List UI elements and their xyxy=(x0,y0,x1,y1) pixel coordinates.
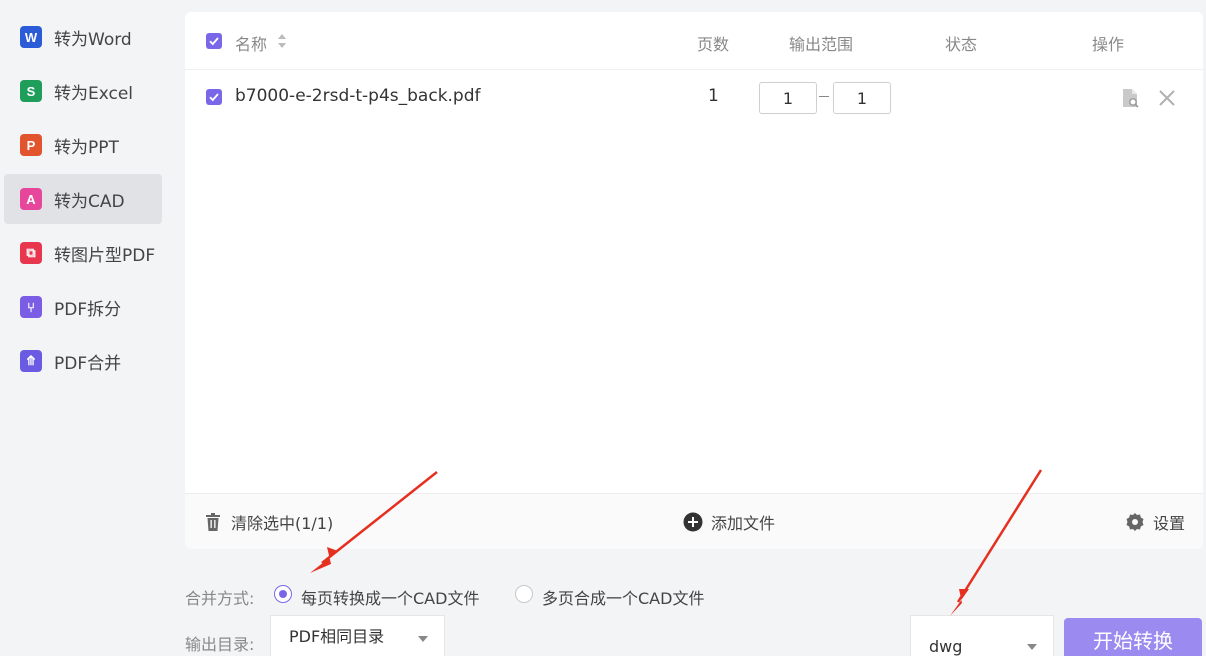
gear-icon xyxy=(1126,513,1144,531)
chevron-down-icon xyxy=(418,636,428,642)
image-pdf-icon: ⧉ xyxy=(20,242,42,264)
sidebar: W 转为Word S 转为Excel P 转为PPT A 转为CAD ⧉ 转图片… xyxy=(0,0,170,656)
sidebar-item-image-pdf[interactable]: ⧉ 转图片型PDF xyxy=(4,228,162,278)
check-icon xyxy=(209,37,219,46)
file-name: b7000-e-2rsd-t-p4s_back.pdf xyxy=(235,86,481,106)
sidebar-item-pdf-split[interactable]: ⑂ PDF拆分 xyxy=(4,282,162,332)
sidebar-item-label: 转图片型PDF xyxy=(54,245,156,266)
output-dir-label: 输出目录: xyxy=(185,635,255,654)
plus-circle-icon xyxy=(683,512,703,532)
settings-button[interactable]: 设置 xyxy=(1125,510,1185,534)
clear-selected-label: 清除选中(1/1) xyxy=(231,514,334,533)
range-to-input[interactable] xyxy=(833,82,891,114)
range-separator xyxy=(819,96,829,97)
merge-option-per-page-label[interactable]: 每页转换成一个CAD文件 xyxy=(301,585,479,609)
file-panel: 名称 页数 输出范围 状态 操作 b7000-e-2rsd-t-p4s_back… xyxy=(185,12,1203,549)
header-name[interactable]: 名称 xyxy=(235,31,267,55)
table-row[interactable]: b7000-e-2rsd-t-p4s_back.pdf 1 xyxy=(185,70,1203,126)
sidebar-item-label: 转为PPT xyxy=(54,137,119,158)
file-pages: 1 xyxy=(708,86,719,106)
merge-option-combined-radio[interactable] xyxy=(515,585,533,603)
sidebar-item-label: 转为CAD xyxy=(54,191,125,212)
output-dir-select[interactable]: PDF相同目录 xyxy=(270,615,445,656)
close-icon[interactable] xyxy=(1156,86,1178,110)
merge-option-per-page-radio[interactable] xyxy=(274,585,292,603)
row-checkbox[interactable] xyxy=(206,89,222,105)
header-range: 输出范围 xyxy=(789,35,854,54)
sidebar-item-excel[interactable]: S 转为Excel xyxy=(4,66,162,116)
chevron-down-icon xyxy=(1027,644,1037,650)
check-icon xyxy=(209,93,219,102)
output-dir-value: PDF相同目录 xyxy=(289,627,385,646)
sidebar-item-label: PDF拆分 xyxy=(54,299,122,320)
merge-mode-label: 合并方式: xyxy=(185,589,255,608)
clear-selected-button[interactable]: 清除选中(1/1) xyxy=(203,510,333,534)
panel-footer: 清除选中(1/1) 添加文件 设置 xyxy=(185,493,1203,549)
header-status: 状态 xyxy=(945,35,978,54)
sidebar-item-label: PDF合并 xyxy=(54,353,122,374)
sidebar-item-cad[interactable]: A 转为CAD xyxy=(4,174,162,224)
sidebar-item-label: 转为Word xyxy=(54,29,132,50)
select-all-checkbox[interactable] xyxy=(206,33,222,49)
preview-file-icon[interactable] xyxy=(1119,86,1141,110)
split-icon: ⑂ xyxy=(20,296,42,318)
range-from-input[interactable] xyxy=(759,82,817,114)
sidebar-item-word[interactable]: W 转为Word xyxy=(4,12,162,62)
excel-icon: S xyxy=(20,80,42,102)
table-header: 名称 页数 输出范围 状态 操作 xyxy=(185,12,1203,70)
merge-icon: ⤊ xyxy=(20,350,42,372)
start-convert-button[interactable]: 开始转换 xyxy=(1064,618,1202,656)
word-icon: W xyxy=(20,26,42,48)
ppt-icon: P xyxy=(20,134,42,156)
header-actions: 操作 xyxy=(1092,35,1125,54)
sort-icon[interactable] xyxy=(277,30,287,52)
add-file-label: 添加文件 xyxy=(711,514,776,533)
sidebar-item-ppt[interactable]: P 转为PPT xyxy=(4,120,162,170)
trash-icon xyxy=(206,513,220,531)
header-pages: 页数 xyxy=(697,35,730,54)
format-value: dwg xyxy=(929,636,963,656)
merge-option-combined-label[interactable]: 多页合成一个CAD文件 xyxy=(542,585,704,609)
add-file-button[interactable]: 添加文件 xyxy=(683,510,775,534)
sidebar-item-pdf-merge[interactable]: ⤊ PDF合并 xyxy=(4,336,162,386)
settings-label: 设置 xyxy=(1153,514,1186,533)
sidebar-item-label: 转为Excel xyxy=(54,83,134,104)
cad-icon: A xyxy=(20,188,42,210)
format-select[interactable]: dwg xyxy=(910,615,1054,656)
